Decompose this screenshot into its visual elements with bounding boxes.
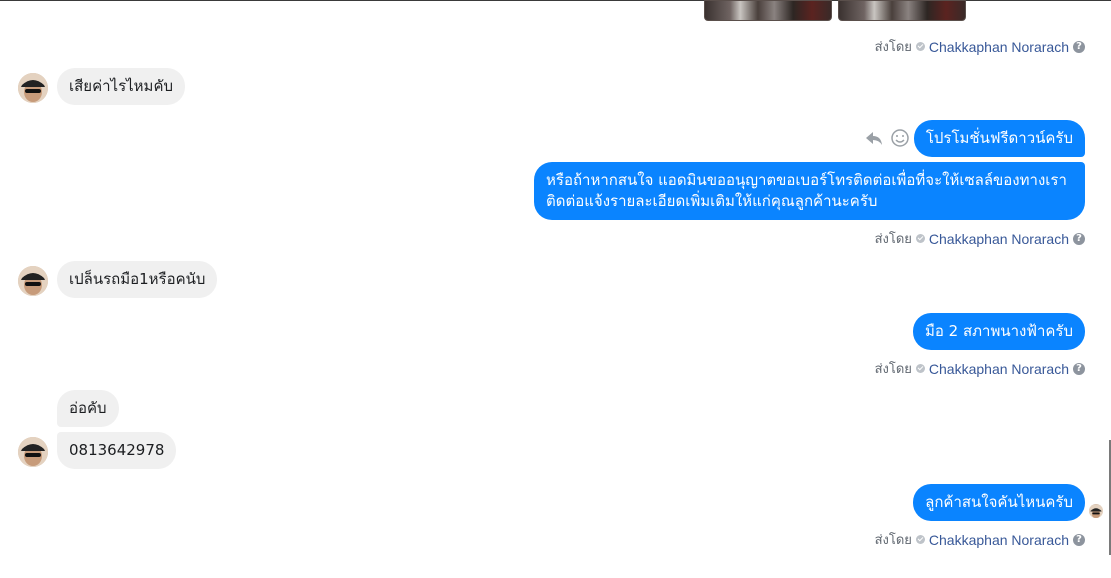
seen-by-avatar (1089, 504, 1103, 518)
sent-by-line: ส่งโดย Chakkaphan Norarach ? (875, 228, 1085, 249)
message-text: เปล็นรถมือ1หรือคนับ (69, 270, 206, 288)
seen-avatar-image (1089, 505, 1103, 518)
message-text: โปรโมชั่นฟรีดาวน์ครับ (925, 129, 1073, 147)
sent-by-line: ส่งโดย Chakkaphan Norarach ? (875, 36, 1085, 57)
reply-icon[interactable] (864, 128, 884, 148)
message-text: เสียค่าไรไหมคับ (69, 77, 174, 95)
sent-by-line: ส่งโดย Chakkaphan Norarach ? (875, 529, 1085, 550)
outgoing-message-bubble: ลูกค้าสนใจคันไหนครับ (913, 484, 1085, 521)
sent-by-label: ส่งโดย (874, 39, 912, 54)
sender-name-link[interactable]: Chakkaphan Norarach (929, 39, 1069, 55)
sent-by-label: ส่งโดย (874, 231, 912, 246)
check-circle-icon (915, 364, 925, 373)
message-text: หรือถ้าหากสนใจ แอดมินขออนุญาตขอเบอร์โทรต… (546, 171, 1067, 210)
incoming-message-bubble: เปล็นรถมือ1หรือคนับ (57, 261, 218, 298)
check-circle-icon (915, 42, 925, 51)
message-text: ลูกค้าสนใจคันไหนครับ (925, 493, 1073, 511)
message-text: อ่อคับ (69, 399, 107, 417)
sender-name-link[interactable]: Chakkaphan Norarach (929, 231, 1069, 247)
avatar-image (18, 73, 48, 103)
sender-name-link[interactable]: Chakkaphan Norarach (929, 361, 1069, 377)
outgoing-message-bubble: มือ 2 สภาพนางฟ้าครับ (913, 313, 1085, 350)
message-text: 0813642978 (69, 441, 165, 459)
avatar[interactable] (18, 73, 48, 103)
avatar-image (18, 266, 48, 296)
help-circle-icon[interactable]: ? (1073, 232, 1085, 245)
sender-name-link[interactable]: Chakkaphan Norarach (929, 532, 1069, 548)
sent-by-label: ส่งโดย (874, 361, 912, 376)
incoming-message-bubble: 0813642978 (57, 432, 177, 469)
message-actions (864, 128, 910, 148)
help-circle-icon[interactable]: ? (1073, 362, 1085, 375)
avatar[interactable] (18, 437, 48, 467)
shared-image-thumbnail[interactable] (838, 0, 966, 21)
sent-by-line: ส่งโดย Chakkaphan Norarach ? (875, 358, 1085, 379)
incoming-message-bubble: อ่อคับ (57, 390, 119, 427)
outgoing-message-bubble: หรือถ้าหากสนใจ แอดมินขออนุญาตขอเบอร์โทรต… (534, 162, 1085, 220)
check-circle-icon (915, 535, 925, 544)
avatar[interactable] (18, 266, 48, 296)
shared-images-row (704, 0, 966, 21)
smiley-icon[interactable] (890, 128, 910, 148)
check-circle-icon (915, 234, 925, 243)
sent-by-label: ส่งโดย (874, 532, 912, 547)
incoming-message-bubble: เสียค่าไรไหมคับ (57, 68, 186, 105)
shared-image-thumbnail[interactable] (704, 0, 832, 21)
avatar-image (18, 437, 48, 467)
help-circle-icon[interactable]: ? (1073, 533, 1085, 546)
message-text: มือ 2 สภาพนางฟ้าครับ (925, 322, 1073, 340)
help-circle-icon[interactable]: ? (1073, 40, 1085, 53)
outgoing-message-bubble: โปรโมชั่นฟรีดาวน์ครับ (913, 120, 1085, 157)
